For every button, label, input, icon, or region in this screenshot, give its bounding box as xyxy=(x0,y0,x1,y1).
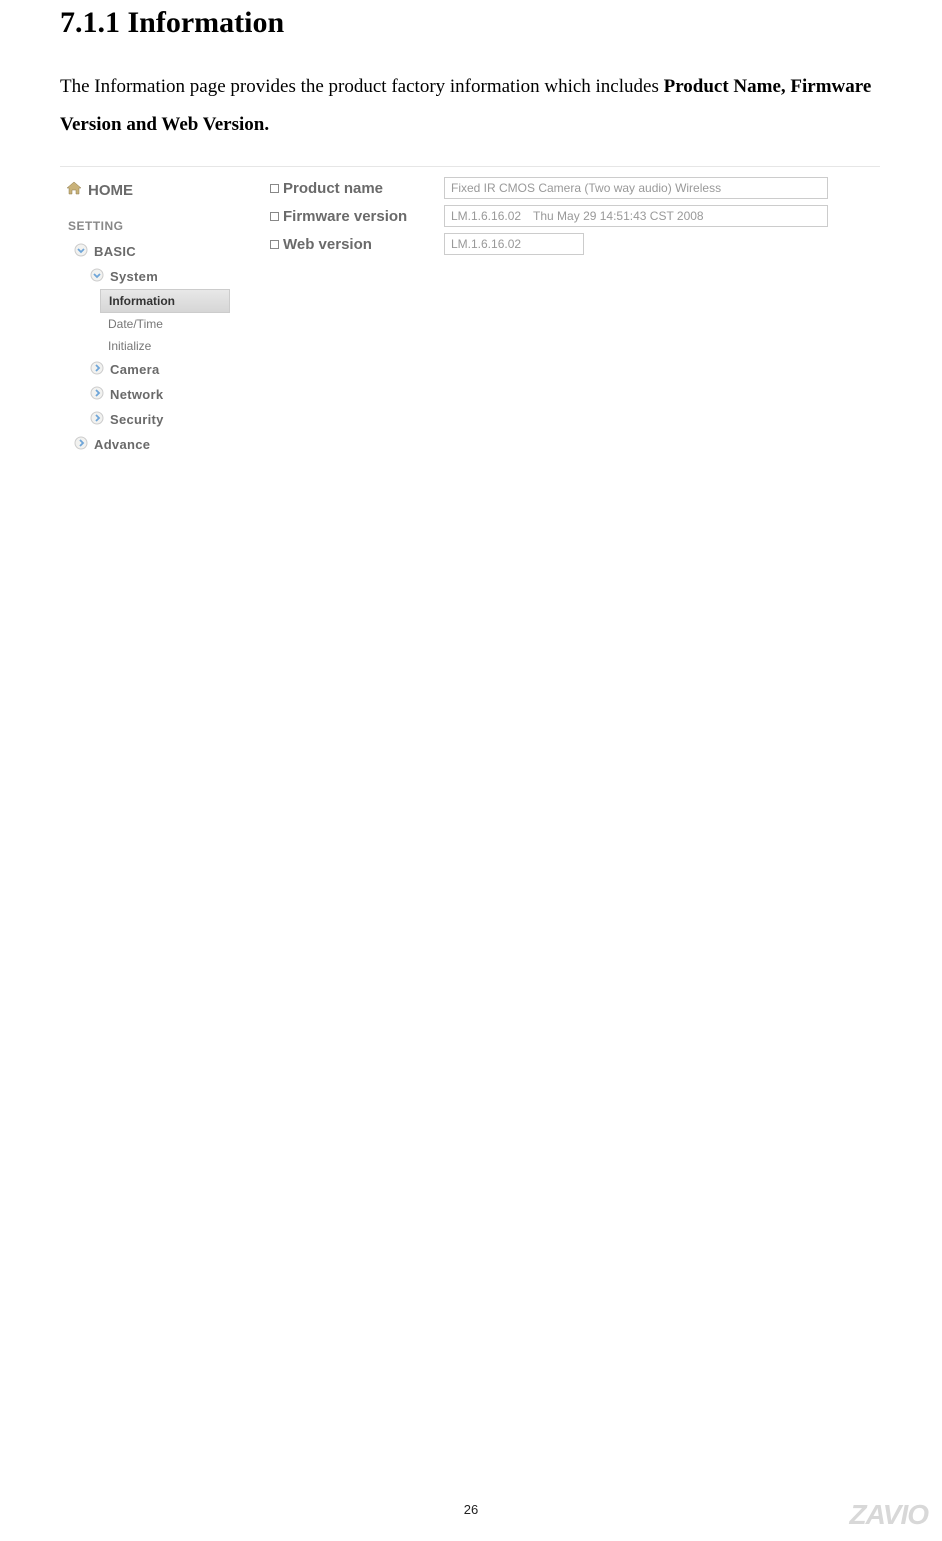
square-bullet-icon xyxy=(270,212,279,221)
arrow-right-icon xyxy=(90,361,104,378)
section-paragraph: The Information page provides the produc… xyxy=(60,68,882,144)
square-bullet-icon xyxy=(270,184,279,193)
section-heading: 7.1.1 Information xyxy=(60,6,882,40)
page-number: 26 xyxy=(0,1502,942,1517)
square-bullet-icon xyxy=(270,240,279,249)
nav-camera[interactable]: Camera xyxy=(60,357,260,382)
nav-network[interactable]: Network xyxy=(60,382,260,407)
web-version-label: Web version xyxy=(283,236,372,253)
nav-initialize[interactable]: Initialize xyxy=(60,335,260,357)
nav-camera-label: Camera xyxy=(110,362,160,377)
product-name-value: Fixed IR CMOS Camera (Two way audio) Wir… xyxy=(444,177,828,199)
nav-system-label: System xyxy=(110,269,158,284)
nav-advance-label: Advance xyxy=(94,437,150,452)
firmware-version-label: Firmware version xyxy=(283,208,407,225)
arrow-right-icon xyxy=(90,386,104,403)
nav-system[interactable]: System xyxy=(60,264,260,289)
nav-network-label: Network xyxy=(110,387,163,402)
brand-logo: ZAVIO xyxy=(850,1499,928,1531)
row-product-name: Product name Fixed IR CMOS Camera (Two w… xyxy=(270,177,870,199)
row-firmware-version: Firmware version LM.1.6.16.02 Thu May 29… xyxy=(270,205,870,227)
sidebar: HOME SETTING BASIC System Information Da… xyxy=(60,177,260,457)
nav-advance[interactable]: Advance xyxy=(60,432,260,457)
nav-home[interactable]: HOME xyxy=(60,177,260,205)
nav-setting-header: SETTING xyxy=(60,205,260,239)
arrow-down-icon xyxy=(90,268,104,285)
nav-basic[interactable]: BASIC xyxy=(60,239,260,264)
product-name-label: Product name xyxy=(283,180,383,197)
arrow-right-icon xyxy=(74,436,88,453)
info-panel: Product name Fixed IR CMOS Camera (Two w… xyxy=(270,177,870,261)
arrow-down-icon xyxy=(74,243,88,260)
home-icon xyxy=(66,181,82,199)
nav-datetime[interactable]: Date/Time xyxy=(60,313,260,335)
firmware-version-value: LM.1.6.16.02 Thu May 29 14:51:43 CST 200… xyxy=(444,205,828,227)
para-plain: The Information page provides the produc… xyxy=(60,76,664,97)
nav-information[interactable]: Information xyxy=(100,289,230,313)
arrow-right-icon xyxy=(90,411,104,428)
nav-home-label: HOME xyxy=(88,182,133,199)
nav-security[interactable]: Security xyxy=(60,407,260,432)
nav-security-label: Security xyxy=(110,412,164,427)
row-web-version: Web version LM.1.6.16.02 xyxy=(270,233,870,255)
nav-basic-label: BASIC xyxy=(94,244,136,259)
web-version-value: LM.1.6.16.02 xyxy=(444,233,584,255)
ui-screenshot: HOME SETTING BASIC System Information Da… xyxy=(60,166,880,537)
